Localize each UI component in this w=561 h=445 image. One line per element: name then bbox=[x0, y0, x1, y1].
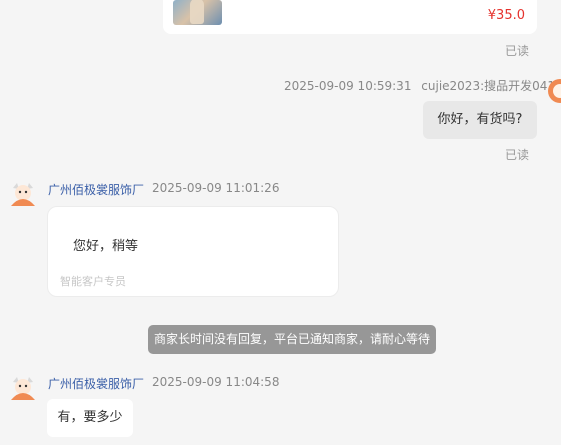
assistant-label: 智能客户专员 bbox=[60, 275, 126, 288]
shop-message-bubble: 有，要多少 bbox=[47, 399, 133, 437]
user-message-bubble: 你好，有货吗? bbox=[423, 101, 537, 139]
read-status: 已读 bbox=[505, 44, 530, 58]
shop-message-text: 您好，稍等 bbox=[73, 239, 139, 254]
shop-message-card: 您好，稍等 智能客户专员 bbox=[47, 206, 339, 297]
message-meta: 2025-09-09 10:59:31 cujie2023:搜品开发041 bbox=[284, 77, 555, 94]
sender-name: cujie2023:搜品开发041 bbox=[421, 79, 556, 93]
user-avatar-icon[interactable] bbox=[545, 76, 561, 106]
read-status: 已读 bbox=[505, 148, 530, 162]
product-thumbnail[interactable] bbox=[173, 0, 222, 25]
message-timestamp: 2025-09-09 11:04:58 bbox=[152, 375, 280, 389]
message-timestamp: 2025-09-09 11:01:26 bbox=[152, 181, 280, 195]
shop-name[interactable]: 广州佰极裳服饰厂 bbox=[48, 375, 144, 392]
product-card[interactable]: ¥35.0 bbox=[163, 0, 537, 34]
system-notice: 商家长时间没有回复，平台已通知商家，请耐心等待 bbox=[148, 325, 436, 354]
shop-name[interactable]: 广州佰极裳服饰厂 bbox=[48, 181, 144, 198]
product-price: ¥35.0 bbox=[487, 8, 525, 23]
shop-avatar-icon[interactable] bbox=[8, 374, 38, 404]
shop-avatar-icon[interactable] bbox=[8, 180, 38, 210]
message-timestamp: 2025-09-09 10:59:31 bbox=[284, 79, 412, 93]
